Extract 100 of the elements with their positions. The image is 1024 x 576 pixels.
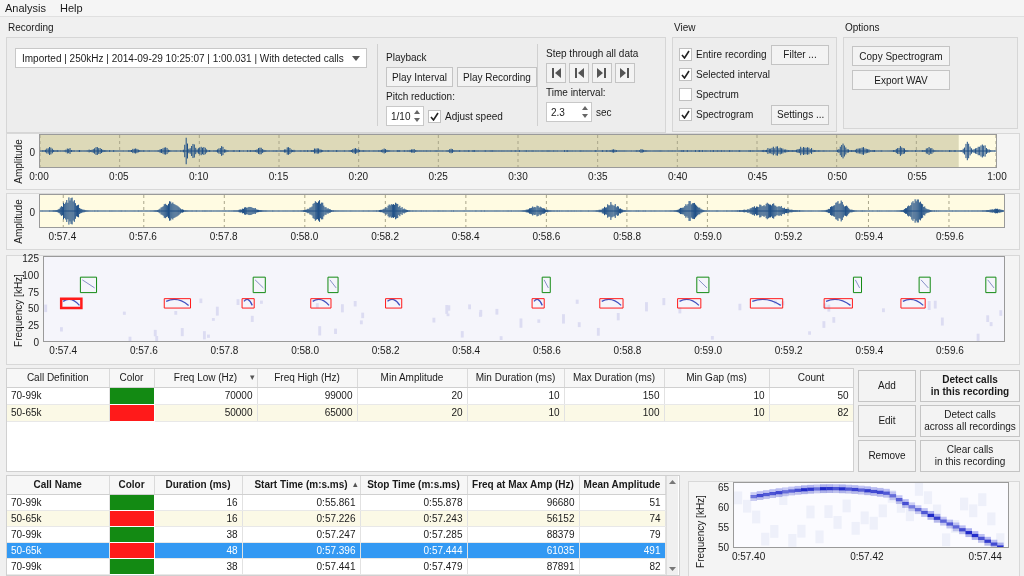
column-header[interactable]: Freq High (Hz)	[257, 369, 357, 387]
axis-label: Frequency [kHz]	[694, 494, 706, 568]
option-button[interactable]: Export WAV	[852, 70, 950, 90]
last-button[interactable]	[615, 63, 635, 83]
first-button[interactable]	[546, 63, 566, 83]
table-row[interactable]: 70-99k 38 0:57.247 0:57.285 88379 79	[7, 526, 665, 542]
column-header[interactable]: Start Time (m:s.ms) ▴	[242, 476, 360, 494]
recording-dropdown[interactable]: Imported | 250kHz | 2014-09-29 10:25:07 | 1:00.031 | With detected calls	[15, 48, 367, 68]
axis-label: Amplitude	[12, 139, 24, 184]
sort-arrow: ▴	[352, 479, 358, 489]
filter-button[interactable]: Filter ...	[771, 44, 829, 65]
sort-arrow: ▾	[249, 372, 255, 382]
tick-label: 0:50	[827, 171, 848, 182]
tick-label: 0:58.4	[451, 231, 480, 242]
group-title: Options	[844, 21, 881, 35]
column-header[interactable]: Freq at Max Amp (Hz)	[467, 476, 579, 494]
column-header[interactable]: Call Definition	[7, 369, 109, 387]
checkbox[interactable]	[679, 68, 692, 81]
definition-button[interactable]: Add	[858, 370, 916, 402]
tick-label: 0:00	[29, 171, 49, 182]
tick-label: 125	[22, 252, 39, 264]
axis-label: Frequency [kHz]	[12, 273, 24, 347]
axis-label: Amplitude	[12, 199, 24, 244]
tick-label: 0:57.6	[129, 231, 157, 242]
column-header[interactable]: Min Gap (ms)	[664, 369, 769, 387]
pitch-spinbox[interactable]: 1/10	[386, 106, 424, 126]
step-forward-icon	[596, 67, 608, 79]
next-button[interactable]	[592, 63, 612, 83]
definition-button[interactable]: Edit	[858, 405, 916, 437]
skip-to-start-icon	[550, 67, 562, 79]
tick-label: 0:57.4	[49, 345, 78, 356]
tick-label: 0:57.8	[210, 345, 239, 356]
checkbox[interactable]	[428, 109, 441, 123]
section-title: Step through all data	[546, 48, 640, 59]
column-header[interactable]: Stop Time (m:s.ms)	[360, 476, 467, 494]
scroll-up-icon[interactable]	[668, 480, 676, 484]
tick-label: 100	[22, 269, 39, 281]
interval-spinbox[interactable]: 2.3	[546, 102, 592, 122]
detect-button[interactable]: Detect calls in this recording	[920, 370, 1020, 402]
tick-label: 0:59.6	[935, 231, 964, 242]
tick-label: 0:59.6	[936, 345, 964, 356]
section-title: Playback	[386, 52, 428, 63]
tick-label: 0:58.0	[291, 345, 319, 356]
spin-arrows-icon[interactable]	[581, 105, 589, 119]
field-label: Pitch reduction:	[386, 91, 456, 102]
tick-label: 0:25	[428, 171, 448, 182]
tick-label: 0:05	[109, 171, 129, 182]
settings-button[interactable]: Settings ...	[771, 104, 829, 125]
scroll-down-icon[interactable]	[668, 567, 676, 571]
tick-label: 0:58.8	[613, 345, 642, 356]
column-header[interactable]: Color	[109, 476, 154, 494]
previous-button[interactable]	[569, 63, 589, 83]
tick-label: 0	[29, 206, 35, 218]
column-header[interactable]: Min Duration (ms)	[467, 369, 564, 387]
tick-label: 65	[717, 481, 729, 493]
checkbox[interactable]	[679, 48, 692, 61]
tick-label: 1:00	[987, 171, 1007, 182]
detect-button[interactable]: Clear calls in this recording	[920, 440, 1020, 472]
detect-button[interactable]: Detect calls across all recordings	[920, 405, 1020, 437]
tick-label: 0:10	[188, 171, 209, 182]
tick-label: 0:57.44	[968, 551, 1002, 562]
table-row[interactable]: 70-99k 38 0:57.441 0:57.479 87891 82	[7, 558, 665, 574]
tick-label: 0:59.4	[855, 345, 884, 356]
column-header[interactable]: Color	[109, 369, 154, 387]
tick-label: 0:59.0	[693, 231, 722, 242]
tick-label: 0:59.0	[694, 345, 722, 356]
definition-button[interactable]: Remove	[858, 440, 916, 472]
tick-label: 0:58.2	[371, 231, 399, 242]
checkbox-label: Selected interval	[696, 69, 770, 80]
spin-arrows-icon[interactable]	[413, 109, 421, 123]
column-header[interactable]: Max Duration (ms)	[564, 369, 664, 387]
tick-label: 0:35	[588, 171, 608, 182]
tick-label: 0:57.40	[731, 551, 766, 562]
tick-label: 0:15	[268, 171, 289, 182]
column-header[interactable]: Call Name	[7, 476, 109, 494]
table-row[interactable]: 70-99k 16 0:55.861 0:55.878 96680 51	[7, 494, 665, 510]
menu-item[interactable]: Help	[59, 2, 83, 14]
table-row[interactable]: 50-65k 16 0:57.226 0:57.243 56152 74	[7, 510, 665, 526]
field-label: Time interval:	[546, 87, 607, 98]
tick-label: 0:59.2	[774, 231, 803, 242]
dropdown-caret-icon	[352, 55, 360, 61]
playback-button[interactable]: Play Interval	[386, 67, 454, 87]
tick-label: 0:58.0	[290, 231, 319, 242]
playback-button[interactable]: Play Recording	[457, 67, 537, 87]
column-header[interactable]: Count	[769, 369, 853, 387]
tick-label: 25	[27, 319, 39, 331]
column-header[interactable]: Freq Low (Hz) ▾	[154, 369, 257, 387]
checkbox[interactable]	[679, 88, 692, 101]
tick-label: 0	[33, 336, 39, 348]
column-header[interactable]: Duration (ms)	[154, 476, 242, 494]
option-button[interactable]: Copy Spectrogram	[852, 46, 950, 66]
tick-label: 0:57.4	[48, 231, 77, 242]
step-back-icon	[573, 67, 585, 79]
checkbox-label: Adjust speed	[445, 110, 503, 122]
column-header[interactable]: Mean Amplitude	[579, 476, 665, 494]
menu-item[interactable]: Analysis	[5, 2, 46, 14]
checkbox[interactable]	[679, 108, 692, 121]
column-header[interactable]: Min Amplitude	[357, 369, 467, 387]
group-title: Recording	[7, 21, 55, 35]
checkbox-label: Spectrogram	[696, 109, 754, 120]
